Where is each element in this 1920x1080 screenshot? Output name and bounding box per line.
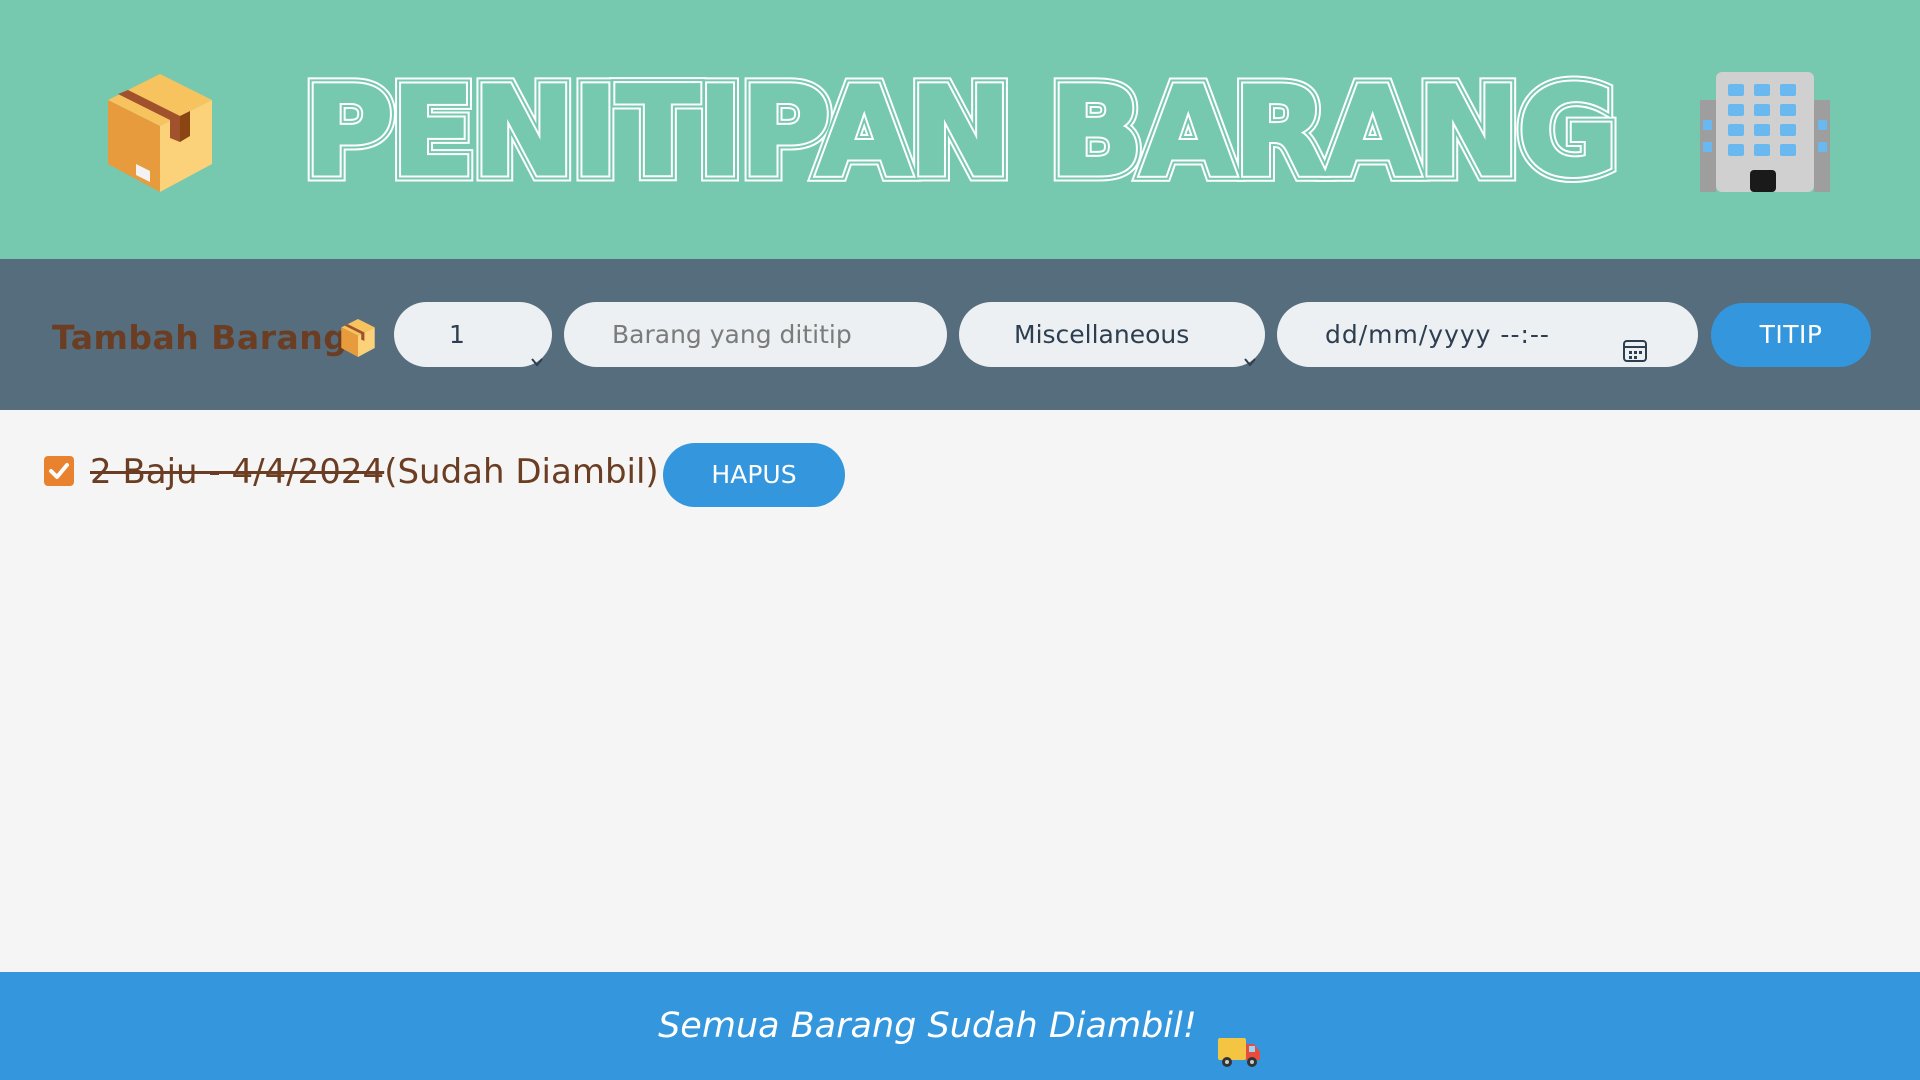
submit-button[interactable]: TITIP	[1711, 303, 1871, 367]
datetime-input[interactable]: dd/mm/yyyy --:--	[1277, 302, 1698, 367]
checkmark-icon	[49, 463, 69, 479]
quantity-select[interactable]: 1	[394, 302, 552, 367]
page-title: PENITIPAN BARANG PENITIPAN BARANG PENITI…	[0, 56, 1920, 186]
quantity-value: 1	[449, 320, 465, 349]
chevron-down-icon	[530, 328, 544, 367]
chevron-down-icon	[1243, 328, 1257, 367]
title-fill: PENITIPAN BARANG	[304, 61, 1616, 186]
office-building-icon	[1700, 70, 1830, 195]
item-text: 2 Baju - 4/4/2024(Sudah Diambil)	[90, 442, 659, 502]
item-status: (Sudah Diambil)	[384, 452, 659, 492]
form-label: Tambah Barang	[52, 318, 348, 357]
footer-message: Semua Barang Sudah Diambil!	[658, 1006, 1197, 1046]
category-value: Miscellaneous	[1014, 320, 1190, 349]
item-checkbox[interactable]	[44, 456, 74, 486]
datetime-placeholder: dd/mm/yyyy --:--	[1325, 320, 1550, 349]
app-header: PENITIPAN BARANG PENITIPAN BARANG PENITI…	[0, 0, 1920, 259]
delete-button[interactable]: HAPUS	[663, 443, 845, 507]
delivery-truck-icon	[1216, 1005, 1262, 1067]
footer-message-row: Semua Barang Sudah Diambil!	[0, 972, 1920, 1080]
package-icon	[340, 318, 376, 358]
app-page: PENITIPAN BARANG PENITIPAN BARANG PENITI…	[0, 0, 1920, 1080]
category-select[interactable]: Miscellaneous	[959, 302, 1265, 367]
item-name-placeholder: Barang yang dititip	[612, 320, 852, 349]
item-name-input[interactable]: Barang yang dititip	[564, 302, 947, 367]
item-description: 2 Baju - 4/4/2024	[90, 452, 385, 492]
app-footer: Semua Barang Sudah Diambil!	[0, 972, 1920, 1080]
calendar-icon[interactable]	[1622, 322, 1648, 362]
